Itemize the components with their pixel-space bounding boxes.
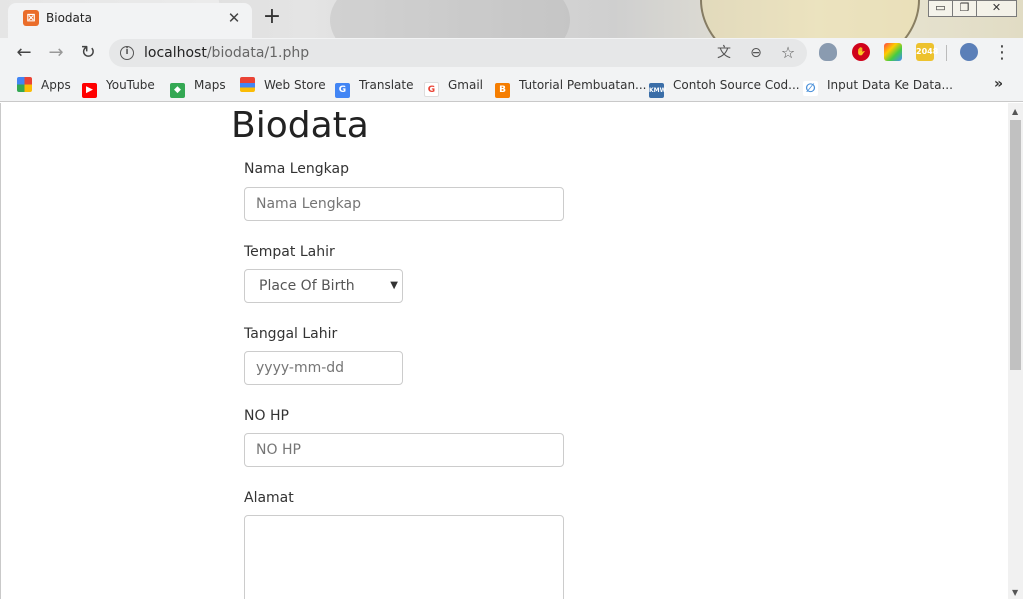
info-icon[interactable]: i: [120, 46, 134, 60]
minimize-button[interactable]: ▭: [928, 0, 953, 17]
alamat-textarea[interactable]: [244, 515, 564, 599]
zoom-icon[interactable]: ⊖: [747, 44, 765, 62]
translate-icon[interactable]: 文: [715, 44, 733, 62]
apps-grid-icon: [17, 77, 32, 92]
bookmark-label: Input Data Ke Data...: [827, 78, 953, 92]
bookmark-web-store[interactable]: Web Store: [240, 76, 326, 94]
link-icon: ∅: [803, 81, 818, 96]
bookmarks-bar: Apps ▶ YouTube ◆ Maps Web Store G Translate…: [0, 68, 1023, 102]
close-tab-icon[interactable]: ✕: [224, 8, 244, 28]
shield-extension-icon[interactable]: [819, 43, 837, 61]
alamat-label: Alamat: [244, 490, 294, 506]
restore-button[interactable]: ❐: [953, 0, 977, 17]
bookmark-tutorial[interactable]: B Tutorial Pembuatan...: [495, 76, 647, 98]
bookmark-label: Gmail: [448, 78, 484, 92]
bookmark-input-data[interactable]: ∅ Input Data Ke Data...: [803, 76, 953, 96]
bookmark-gmail[interactable]: G Gmail: [424, 76, 484, 97]
bookmark-maps[interactable]: ◆ Maps: [170, 76, 226, 98]
bookmark-star-icon[interactable]: ☆: [779, 44, 797, 62]
toolbar-divider: [946, 45, 947, 61]
tempat-lahir-select[interactable]: Place Of Birth ▼: [244, 269, 403, 303]
tempat-lahir-label: Tempat Lahir: [244, 244, 335, 260]
scroll-up-icon[interactable]: ▲: [1012, 107, 1018, 116]
url-host: localhost: [144, 45, 207, 61]
new-tab-button[interactable]: +: [260, 6, 284, 30]
close-window-button[interactable]: ✕: [977, 0, 1017, 17]
no-hp-label: NO HP: [244, 408, 289, 424]
youtube-icon: ▶: [82, 83, 97, 98]
background-decoration: [700, 0, 920, 38]
title-bar: ⊠ Biodata ✕ + ▭ ❐ ✕: [0, 0, 1023, 38]
nama-lengkap-label: Nama Lengkap: [244, 161, 349, 177]
profile-avatar-icon[interactable]: [960, 43, 978, 61]
kmw-icon: KMW: [649, 83, 666, 98]
bookmark-translate[interactable]: G Translate: [335, 76, 414, 98]
background-decoration: [330, 0, 570, 38]
back-button[interactable]: ←: [12, 41, 36, 65]
tanggal-lahir-label: Tanggal Lahir: [244, 326, 338, 342]
scrollbar-thumb[interactable]: [1010, 120, 1021, 370]
vertical-scrollbar[interactable]: ▲ ▼: [1008, 103, 1023, 599]
bookmark-apps[interactable]: Apps: [17, 76, 71, 94]
web-store-icon: [240, 77, 255, 92]
nama-lengkap-input[interactable]: [244, 187, 564, 221]
adblock-extension-icon[interactable]: ✋: [852, 43, 870, 61]
url-path: /biodata/1.php: [206, 45, 310, 61]
google-icon: G: [424, 82, 439, 97]
dropdown-arrow-icon: ▼: [390, 280, 398, 291]
bookmark-label: Web Store: [264, 78, 326, 92]
tanggal-lahir-input[interactable]: [244, 351, 403, 385]
reload-button[interactable]: ↻: [76, 41, 100, 65]
bookmark-label: Tutorial Pembuatan...: [519, 78, 647, 92]
colorful-extension-icon[interactable]: [884, 43, 902, 61]
translate-icon: G: [335, 83, 350, 98]
bookmark-label: YouTube: [106, 78, 155, 92]
tempat-lahir-selected: Place Of Birth: [259, 278, 355, 294]
page-title: Biodata: [231, 105, 369, 146]
bookmarks-overflow-icon[interactable]: »: [994, 76, 1003, 92]
browser-toolbar: ← → ↻ i localhost/biodata/1.php 文 ⊖ ☆ ✋ …: [0, 38, 1023, 68]
game-2048-extension-icon[interactable]: 2048: [916, 43, 938, 61]
maps-icon: ◆: [170, 83, 185, 98]
page-content: Biodata Nama Lengkap Tempat Lahir Place …: [0, 103, 1008, 599]
url-text[interactable]: localhost/biodata/1.php: [144, 45, 309, 61]
bookmark-label: Contoh Source Cod...: [673, 78, 800, 92]
xampp-icon: ⊠: [23, 10, 39, 26]
address-bar[interactable]: i localhost/biodata/1.php 文 ⊖ ☆: [109, 39, 807, 67]
bookmark-label: Apps: [41, 78, 71, 92]
menu-icon[interactable]: ⋮: [990, 41, 1014, 65]
bookmark-label: Maps: [194, 78, 226, 92]
bookmark-youtube[interactable]: ▶ YouTube: [82, 76, 155, 98]
forward-button[interactable]: →: [44, 41, 68, 65]
blogger-icon: B: [495, 83, 510, 98]
scroll-down-icon[interactable]: ▼: [1012, 588, 1018, 597]
tab-title: Biodata: [46, 11, 92, 25]
bookmark-contoh-source[interactable]: KMW Contoh Source Cod...: [649, 76, 800, 98]
no-hp-input[interactable]: [244, 433, 564, 467]
bookmark-label: Translate: [359, 78, 414, 92]
browser-tab[interactable]: ⊠ Biodata ✕: [8, 3, 252, 38]
